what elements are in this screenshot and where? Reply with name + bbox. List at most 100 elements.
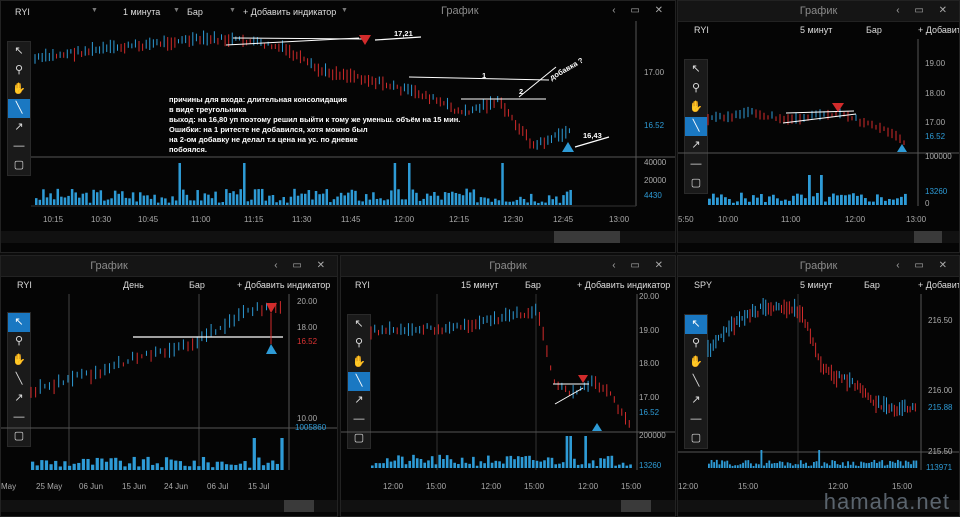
volume-bar — [756, 197, 759, 205]
volume-bar — [728, 199, 731, 205]
scroll-thumb[interactable] — [284, 500, 314, 512]
overview-scrollbar[interactable] — [1, 500, 337, 512]
volume-bar — [63, 197, 67, 205]
ryi-daily-window: График ‹ ▭ ✕ RYI День Бар + Добавить инд… — [0, 255, 338, 517]
volume-bar — [723, 461, 726, 468]
volume-bar — [483, 197, 486, 205]
volume-bar — [712, 193, 715, 205]
volume-bar — [203, 193, 207, 205]
volume-bar — [92, 189, 95, 205]
scroll-thumb[interactable] — [554, 231, 620, 243]
volume-bar — [135, 201, 138, 205]
volume-bar — [533, 201, 537, 205]
volume-bar — [81, 193, 85, 205]
volume-bar — [415, 192, 418, 205]
volume-bar — [52, 199, 56, 205]
time-label: 12:00 — [845, 215, 866, 224]
volume-bar — [476, 202, 479, 205]
volume-bar — [621, 462, 625, 468]
volume-bar — [81, 458, 86, 470]
volume-bar — [792, 465, 794, 468]
volume-bar — [539, 461, 543, 468]
volume-bar — [878, 461, 881, 468]
volume-bar — [35, 465, 39, 470]
volume-bar — [788, 200, 791, 205]
volume-bar — [794, 464, 797, 468]
volume-bar — [325, 189, 329, 205]
volume-bar — [100, 458, 104, 470]
volume-bar — [797, 464, 800, 468]
volume-bar — [840, 194, 843, 205]
overview-scrollbar[interactable] — [341, 500, 675, 512]
volume-bar — [192, 200, 196, 205]
volume-label: 40000 — [644, 158, 667, 167]
volume-bar — [816, 192, 819, 205]
volume-bar — [169, 459, 173, 470]
volume-bar — [260, 188, 264, 205]
time-label: 24 Jun — [164, 482, 189, 491]
volume-bar — [264, 200, 268, 205]
note-line: причины для входа: длительная консолидац… — [169, 95, 348, 104]
volume-bar — [584, 436, 587, 468]
volume-bar — [400, 199, 404, 205]
volume-bar — [146, 456, 150, 470]
annotation-label-1: 1 — [482, 71, 487, 80]
volume-bar — [765, 462, 768, 468]
volume-bar — [502, 463, 505, 468]
scroll-thumb[interactable] — [621, 500, 651, 512]
volume-bar — [275, 463, 279, 470]
volume-bar — [67, 195, 70, 205]
volume-bar — [389, 461, 393, 468]
volume-bar — [250, 199, 253, 205]
volume-bar — [580, 464, 584, 468]
scroll-thumb[interactable] — [914, 231, 942, 243]
volume-bar — [558, 463, 561, 468]
price-label: 17.00 — [639, 393, 660, 402]
volume-bar — [74, 192, 77, 205]
volume-bar — [40, 460, 44, 470]
volume-bar — [408, 163, 411, 205]
volume-bar — [569, 436, 572, 468]
volume-bar — [716, 197, 719, 205]
volume-bar — [813, 462, 815, 468]
volume-bar — [321, 193, 325, 205]
overview-scrollbar[interactable] — [1, 231, 675, 243]
volume-bar — [156, 202, 160, 205]
volume-bar — [860, 194, 863, 205]
volume-bar — [311, 199, 314, 205]
volume-bar — [504, 201, 508, 205]
volume-bar — [192, 460, 196, 470]
volume-bar — [70, 189, 74, 205]
volume-bar — [820, 175, 823, 205]
current-volume-label: 4430 — [644, 191, 662, 200]
volume-bar — [752, 465, 755, 468]
volume-bar — [519, 196, 522, 205]
volume-bar — [131, 192, 135, 205]
volume-bar — [778, 461, 781, 468]
overview-scrollbar[interactable] — [678, 231, 959, 243]
volume-bar — [103, 200, 106, 205]
volume-bar — [235, 194, 239, 205]
volume-bar — [197, 466, 201, 470]
volume-bar — [164, 457, 169, 470]
volume-bar — [757, 464, 760, 468]
time-label: 10:00 — [718, 215, 739, 224]
volume-bar — [149, 198, 153, 205]
time-label: 10:15 — [43, 215, 64, 224]
volume-bar — [710, 460, 713, 468]
volume-bar — [760, 194, 763, 205]
volume-bar — [379, 198, 382, 205]
volume-bar — [721, 460, 723, 468]
volume-bar — [865, 463, 868, 468]
volume-bar — [498, 461, 501, 468]
volume-bar — [314, 191, 318, 205]
volume-bar — [776, 198, 779, 205]
volume-bar — [800, 194, 803, 205]
volume-bar — [904, 193, 907, 205]
price-label: 18.00 — [297, 323, 318, 332]
volume-bar — [815, 461, 818, 468]
volume-bar — [561, 462, 565, 468]
volume-bar — [88, 202, 92, 205]
volume-bar — [614, 465, 617, 468]
price-label: 216.50 — [928, 316, 953, 325]
